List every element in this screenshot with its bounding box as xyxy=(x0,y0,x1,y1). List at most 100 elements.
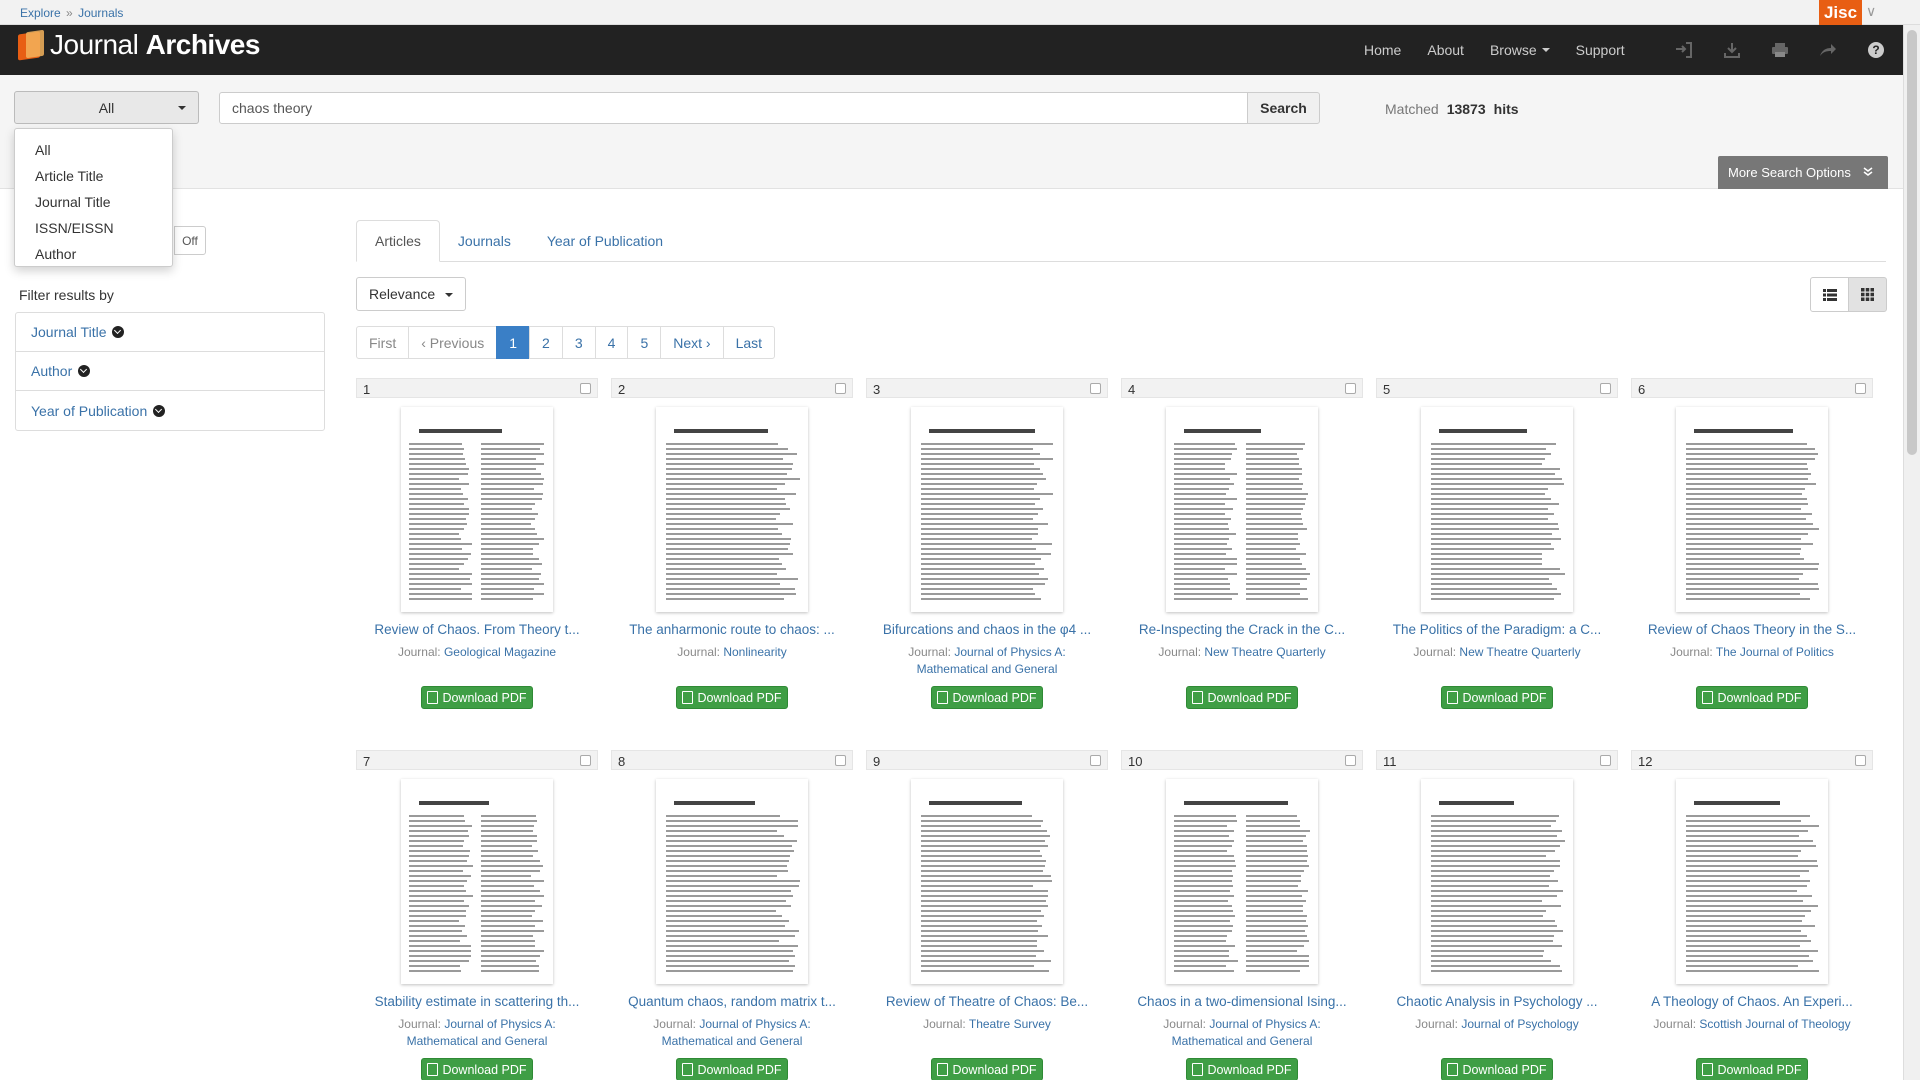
download-pdf-button[interactable]: Download PDF xyxy=(1186,1058,1298,1080)
page-next[interactable]: Next › xyxy=(660,326,724,359)
filter-author[interactable]: Author xyxy=(16,352,324,391)
journal-name-link[interactable]: Scottish Journal of Theology xyxy=(1699,1017,1850,1031)
article-thumbnail[interactable] xyxy=(656,779,808,984)
dropdown-option-journal-title[interactable]: Journal Title xyxy=(15,189,172,215)
page-2[interactable]: 2 xyxy=(529,326,563,359)
search-field-select[interactable]: All xyxy=(14,91,199,124)
select-checkbox[interactable] xyxy=(1855,383,1866,394)
print-icon[interactable] xyxy=(1771,41,1789,59)
select-checkbox[interactable] xyxy=(1600,755,1611,766)
download-pdf-button[interactable]: Download PDF xyxy=(421,1058,533,1080)
dropdown-option-article-title[interactable]: Article Title xyxy=(15,163,172,189)
tab-year-of-publication[interactable]: Year of Publication xyxy=(529,220,681,262)
download-pdf-button[interactable]: Download PDF xyxy=(676,686,788,709)
article-thumbnail[interactable] xyxy=(1676,779,1828,984)
article-thumbnail[interactable] xyxy=(1676,407,1828,612)
select-checkbox[interactable] xyxy=(1090,383,1101,394)
download-pdf-button[interactable]: Download PDF xyxy=(421,686,533,709)
page-first[interactable]: First xyxy=(356,326,410,359)
download-pdf-button[interactable]: Download PDF xyxy=(1186,686,1298,709)
breadcrumb-explore[interactable]: Explore xyxy=(20,6,61,20)
select-checkbox[interactable] xyxy=(580,755,591,766)
select-checkbox[interactable] xyxy=(835,383,846,394)
article-thumbnail[interactable] xyxy=(911,407,1063,612)
page-previous[interactable]: ‹ Previous xyxy=(408,326,498,359)
select-checkbox[interactable] xyxy=(1345,755,1356,766)
dropdown-option-issn[interactable]: ISSN/EISSN xyxy=(15,215,172,241)
dropdown-option-all[interactable]: All xyxy=(15,137,172,163)
article-title-link[interactable]: Review of Theatre of Chaos: Be... xyxy=(874,994,1100,1009)
journal-archives-logo[interactable]: Journal Archives xyxy=(16,29,260,61)
filter-journal-title[interactable]: Journal Title xyxy=(16,313,324,352)
page-4[interactable]: 4 xyxy=(594,326,629,359)
article-title-link[interactable]: The Politics of the Paradigm: a C... xyxy=(1384,622,1610,637)
article-thumbnail[interactable] xyxy=(401,407,553,612)
journal-name-link[interactable]: Theatre Survey xyxy=(969,1017,1051,1031)
journal-name-link[interactable]: Geological Magazine xyxy=(444,645,556,659)
journal-name-link[interactable]: The Journal of Politics xyxy=(1716,645,1834,659)
jisc-logo[interactable]: Jisc xyxy=(1819,0,1862,25)
download-pdf-button[interactable]: Download PDF xyxy=(931,1058,1043,1080)
page-scrollbar[interactable] xyxy=(1903,25,1920,1080)
filter-year[interactable]: Year of Publication xyxy=(16,391,324,430)
journal-name-link[interactable]: New Theatre Quarterly xyxy=(1459,645,1580,659)
article-title-link[interactable]: Chaos in a two-dimensional Ising... xyxy=(1129,994,1355,1009)
grid-view-button[interactable] xyxy=(1848,277,1887,312)
article-thumbnail[interactable] xyxy=(1166,407,1318,612)
download-pdf-button[interactable]: Download PDF xyxy=(1441,686,1553,709)
article-title-link[interactable]: Re-Inspecting the Crack in the C... xyxy=(1129,622,1355,637)
article-title-link[interactable]: Chaotic Analysis in Psychology ... xyxy=(1384,994,1610,1009)
page-1[interactable]: 1 xyxy=(496,326,531,359)
more-search-options-button[interactable]: More Search Options xyxy=(1718,156,1888,189)
nav-browse[interactable]: Browse xyxy=(1490,42,1550,58)
select-checkbox[interactable] xyxy=(1855,755,1866,766)
page-3[interactable]: 3 xyxy=(561,326,596,359)
download-icon[interactable] xyxy=(1723,41,1741,59)
nav-home[interactable]: Home xyxy=(1364,42,1401,58)
download-pdf-button[interactable]: Download PDF xyxy=(931,686,1043,709)
article-thumbnail[interactable] xyxy=(401,779,553,984)
page-last[interactable]: Last xyxy=(722,326,776,359)
sort-select[interactable]: Relevance xyxy=(356,277,466,311)
download-pdf-button[interactable]: Download PDF xyxy=(1441,1058,1553,1080)
page-5[interactable]: 5 xyxy=(627,326,662,359)
download-pdf-button[interactable]: Download PDF xyxy=(1696,1058,1808,1080)
dropdown-option-author[interactable]: Author xyxy=(15,241,172,267)
select-checkbox[interactable] xyxy=(1600,383,1611,394)
article-title-link[interactable]: Quantum chaos, random matrix t... xyxy=(619,994,845,1009)
download-pdf-button[interactable]: Download PDF xyxy=(676,1058,788,1080)
list-view-button[interactable] xyxy=(1810,277,1849,312)
breadcrumb-journals[interactable]: Journals xyxy=(78,6,123,20)
select-checkbox[interactable] xyxy=(580,383,591,394)
login-icon[interactable] xyxy=(1675,41,1693,59)
journal-name-link[interactable]: Nonlinearity xyxy=(723,645,786,659)
select-checkbox[interactable] xyxy=(1090,755,1101,766)
article-title-link[interactable]: A Theology of Chaos. An Experi... xyxy=(1639,994,1865,1009)
article-thumbnail[interactable] xyxy=(656,407,808,612)
select-checkbox[interactable] xyxy=(1345,383,1356,394)
article-title-link[interactable]: The anharmonic route to chaos: ... xyxy=(619,622,845,637)
nav-support[interactable]: Support xyxy=(1576,42,1625,58)
article-title-link[interactable]: Review of Chaos. From Theory t... xyxy=(364,622,590,637)
select-checkbox[interactable] xyxy=(835,755,846,766)
share-icon[interactable] xyxy=(1819,41,1837,59)
article-title-link[interactable]: Review of Chaos Theory in the S... xyxy=(1639,622,1865,637)
article-title-link[interactable]: Bifurcations and chaos in the φ4 ... xyxy=(874,622,1100,637)
tab-journals[interactable]: Journals xyxy=(440,220,529,262)
scrollbar-thumb[interactable] xyxy=(1907,30,1917,455)
journal-name-link[interactable]: New Theatre Quarterly xyxy=(1204,645,1325,659)
article-thumbnail[interactable] xyxy=(1421,779,1573,984)
article-title-link[interactable]: Stability estimate in scattering th... xyxy=(364,994,590,1009)
journal-name-link[interactable]: Journal of Psychology xyxy=(1461,1017,1578,1031)
search-button[interactable]: Search xyxy=(1247,92,1320,124)
nav-about[interactable]: About xyxy=(1427,42,1464,58)
search-input[interactable] xyxy=(219,92,1248,124)
help-icon[interactable]: ? xyxy=(1867,41,1885,59)
article-thumbnail[interactable] xyxy=(911,779,1063,984)
toggle-off[interactable]: Off xyxy=(174,226,206,255)
chevron-down-icon[interactable]: ∨ xyxy=(1866,3,1876,20)
article-thumbnail[interactable] xyxy=(1421,407,1573,612)
article-thumbnail[interactable] xyxy=(1166,779,1318,984)
download-pdf-button[interactable]: Download PDF xyxy=(1696,686,1808,709)
tab-articles[interactable]: Articles xyxy=(356,220,440,262)
